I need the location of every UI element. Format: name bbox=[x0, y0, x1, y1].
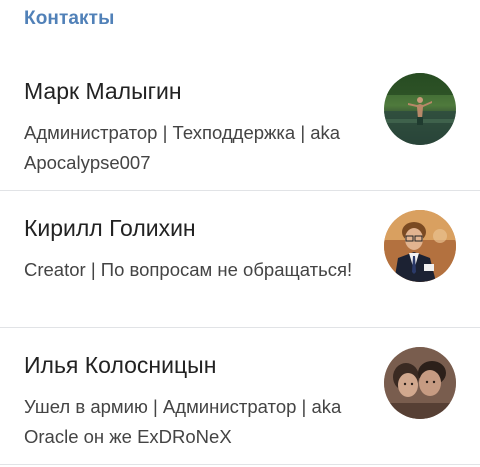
avatar[interactable] bbox=[384, 73, 456, 145]
contact-description: Creator | По вопросам не обращаться! bbox=[24, 259, 353, 280]
contact-name: Кирилл Голихин bbox=[24, 215, 196, 241]
contact-description: Ушел в армию | Администратор | aka Oracl… bbox=[24, 396, 342, 447]
contact-item[interactable]: Илья Колосницын Ушел в армию | Администр… bbox=[0, 328, 480, 465]
contact-name: Марк Малыгин bbox=[24, 78, 182, 104]
contact-description: Администратор | Техподдержка | aka Apoca… bbox=[24, 122, 341, 173]
contact-name: Илья Колосницын bbox=[24, 352, 217, 378]
contacts-page: Контакты Марк Малыгин Администратор | Те… bbox=[0, 0, 480, 467]
avatar[interactable] bbox=[384, 347, 456, 419]
contact-item[interactable]: Кирилл Голихин Creator | По вопросам не … bbox=[0, 191, 480, 328]
contact-item[interactable]: Марк Малыгин Администратор | Техподдержк… bbox=[0, 54, 480, 191]
two-people-photo-avatar bbox=[384, 347, 456, 419]
person-in-suit-photo-avatar bbox=[384, 210, 456, 282]
avatar[interactable] bbox=[384, 210, 456, 282]
section-title: Контакты bbox=[24, 8, 115, 29]
person-in-water-photo-avatar bbox=[384, 73, 456, 145]
